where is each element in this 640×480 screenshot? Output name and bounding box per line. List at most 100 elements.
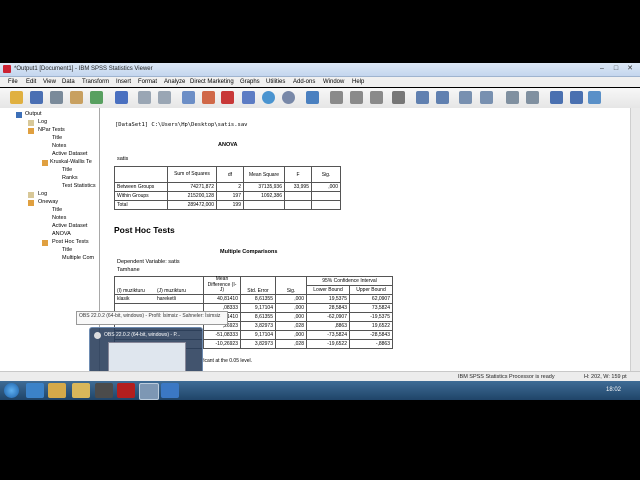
pdf-taskbar-icon[interactable] [117, 383, 135, 398]
insert-new-title-icon[interactable] [550, 91, 563, 104]
tree-npar-notes[interactable]: Notes [52, 143, 66, 149]
menu-graphs[interactable]: Graphs [240, 79, 260, 85]
print-icon[interactable] [50, 91, 63, 104]
table-cell: (I) muzikturu [114, 276, 155, 295]
menu-format[interactable]: Format [138, 79, 157, 85]
undo-icon[interactable] [138, 91, 151, 104]
table-cell: 199 [216, 200, 244, 210]
tree-oneway-active-dataset[interactable]: Active Dataset [52, 223, 87, 229]
table-cell: Sum of Squares [167, 166, 217, 183]
export-icon[interactable] [70, 91, 83, 104]
dataset-line: [DataSet1] C:\Users\Hp\Desktop\satis.sav [115, 122, 248, 128]
variables-icon[interactable] [242, 91, 255, 104]
minimize-button[interactable]: – [596, 65, 608, 73]
table-cell: Within Groups [114, 191, 168, 201]
table-cell: 19,6522 [349, 321, 393, 331]
toolbar [0, 88, 640, 109]
recall-dialog-icon[interactable] [90, 91, 103, 104]
menu-addons[interactable]: Add-ons [293, 79, 315, 85]
designated-window-icon[interactable] [115, 91, 128, 104]
tree-kw-title[interactable]: Title [62, 167, 72, 173]
table-cell: (J) muzikturu [155, 276, 204, 295]
table-cell: 9,17104 [240, 330, 276, 340]
menu-data[interactable]: Data [62, 79, 75, 85]
tree-post-hoc-tests[interactable]: Post Hoc Tests [52, 239, 89, 245]
table-cell [284, 200, 312, 210]
demote-icon[interactable] [436, 91, 449, 104]
hide-icon[interactable] [526, 91, 539, 104]
select-last-output-icon[interactable] [330, 91, 343, 104]
tree-kw-test-statistics[interactable]: Test Statistics [62, 183, 96, 189]
insert-new-text-icon[interactable] [570, 91, 583, 104]
menu-insert[interactable]: Insert [116, 79, 131, 85]
goto-variable-icon[interactable] [221, 91, 234, 104]
tree-output[interactable]: Output [25, 111, 42, 117]
tree-oneway-title[interactable]: Title [52, 207, 62, 213]
start-button[interactable] [4, 383, 19, 398]
tree-oneway-notes[interactable]: Notes [52, 215, 66, 221]
promote-icon[interactable] [416, 91, 429, 104]
table-row: Between Groups 74271,872 2 37135,936 33,… [114, 182, 341, 192]
use-sets-icon[interactable] [262, 91, 275, 104]
tree-multiple-comparisons[interactable]: Multiple Com [62, 255, 94, 261]
tree-npar-title[interactable]: Title [52, 135, 62, 141]
table-cell: klasik [114, 294, 155, 304]
save-icon[interactable] [30, 91, 43, 104]
menu-help[interactable]: Help [352, 79, 364, 85]
designate-window-icon[interactable] [350, 91, 363, 104]
expand-icon[interactable] [459, 91, 472, 104]
menu-file[interactable]: File [8, 79, 18, 85]
table-cell: -,8863 [349, 339, 393, 349]
outline-pane: Output Log NPar Tests Title Notes Active… [0, 108, 100, 371]
menu-window[interactable]: Window [323, 79, 344, 85]
chart-icon[interactable] [588, 91, 601, 104]
tree-oneway-anova[interactable]: ANOVA [52, 231, 71, 237]
tree-kruskal-wallis[interactable]: Kruskal-Wallis Te [50, 159, 92, 165]
tree-kw-ranks[interactable]: Ranks [62, 175, 78, 181]
obs-icon [94, 332, 101, 339]
tree-npar-tests[interactable]: NPar Tests [38, 127, 65, 133]
oneway-book-icon [28, 200, 34, 206]
tree-oneway[interactable]: Oneway [38, 199, 58, 205]
goto-case-icon[interactable] [202, 91, 215, 104]
table-cell [311, 191, 341, 201]
menu-direct-marketing[interactable]: Direct Marketing [190, 79, 234, 85]
show-icon[interactable] [506, 91, 519, 104]
menu-view[interactable]: View [43, 79, 56, 85]
close-button[interactable]: ✕ [624, 65, 636, 73]
tree-log-1[interactable]: Log [38, 119, 47, 125]
insert-text-icon[interactable] [392, 91, 405, 104]
show-all-variables-icon[interactable] [282, 91, 295, 104]
table-cell: 3,82973 [240, 339, 276, 349]
collapse-icon[interactable] [480, 91, 493, 104]
spell-check-icon[interactable] [306, 91, 319, 104]
insert-heading-icon[interactable] [370, 91, 383, 104]
table-cell: F [284, 166, 312, 183]
explorer-taskbar-icon[interactable] [48, 383, 66, 398]
processor-status: IBM SPSS Statistics Processor is ready [458, 374, 555, 380]
tree-log-2[interactable]: Log [38, 191, 47, 197]
menu-transform[interactable]: Transform [82, 79, 109, 85]
table-cell: 19,5375 [306, 294, 350, 304]
table-cell: Std. Error [240, 276, 276, 295]
goto-data-icon[interactable] [182, 91, 195, 104]
redo-icon[interactable] [158, 91, 171, 104]
media-taskbar-icon[interactable] [95, 383, 113, 398]
obs-taskbar-icon[interactable] [139, 383, 159, 400]
open-icon[interactable] [10, 91, 23, 104]
tree-npar-active-dataset[interactable]: Active Dataset [52, 151, 87, 157]
menu-edit[interactable]: Edit [26, 79, 36, 85]
taskbar-thumbnail-preview[interactable]: OBS 22.0.2 (64-bit, windows) - P... [89, 327, 203, 376]
mc-dependent-variable: Dependent Variable: satis [117, 259, 180, 265]
menu-analyze[interactable]: Analyze [164, 79, 185, 85]
maximize-button[interactable]: □ [610, 65, 622, 73]
spss-taskbar-icon[interactable] [161, 383, 179, 398]
folder-taskbar-icon[interactable] [72, 383, 90, 398]
vertical-scrollbar[interactable] [630, 108, 640, 371]
tree-posthoc-title[interactable]: Title [62, 247, 72, 253]
anova-table[interactable]: Sum of Squares df Mean Square F Sig. Bet… [114, 166, 341, 210]
menu-utilities[interactable]: Utilities [266, 79, 285, 85]
clock: 18:02 [606, 387, 622, 393]
table-cell: Sig. [311, 166, 341, 183]
ie-taskbar-icon[interactable] [26, 383, 44, 398]
